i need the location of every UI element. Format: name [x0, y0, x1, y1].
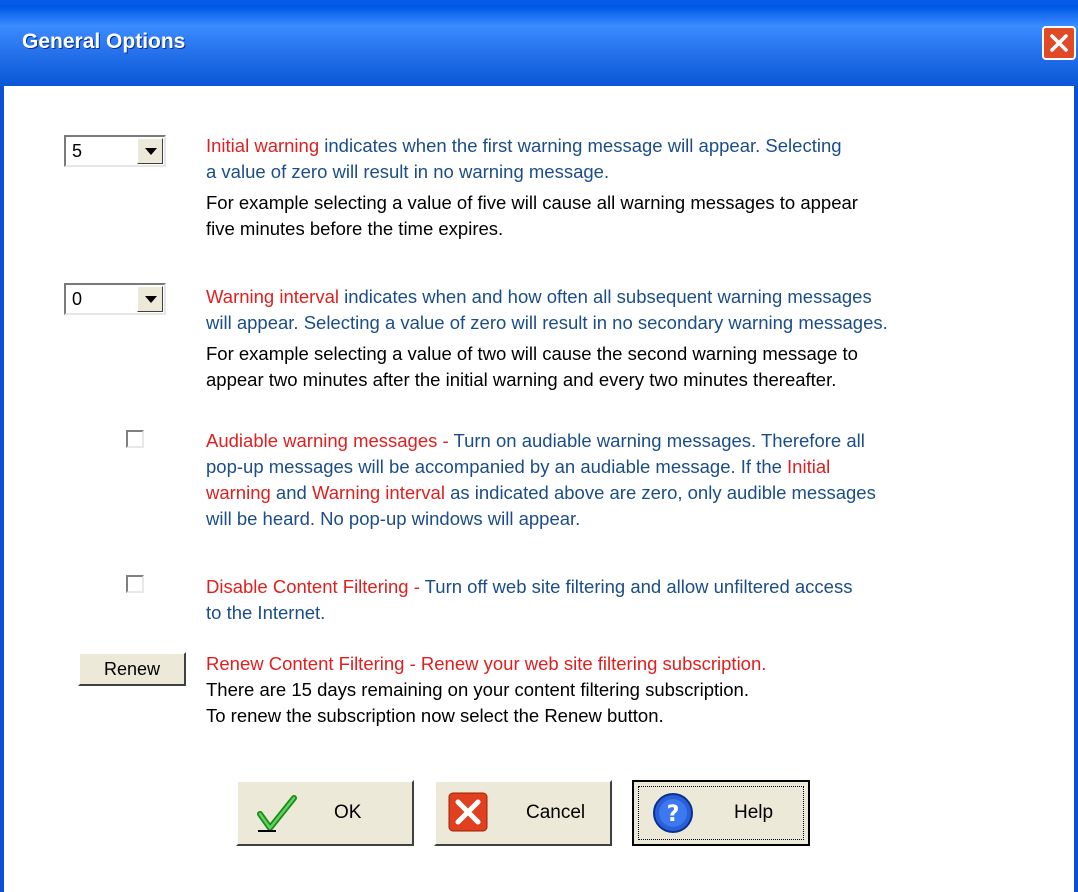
- disable-filtering-checkbox[interactable]: [126, 575, 144, 593]
- renew-button[interactable]: Renew: [78, 652, 186, 686]
- initial-warning-select[interactable]: 5: [64, 135, 166, 167]
- window-frame-left: [0, 86, 4, 892]
- x-icon: [448, 792, 488, 832]
- cancel-button[interactable]: Cancel: [434, 780, 612, 846]
- audible-line2: pop-up messages will be accompanied by a…: [206, 456, 788, 477]
- disable-filtering-line1: Turn off web site filtering and allow un…: [419, 576, 853, 597]
- close-icon: [1050, 34, 1068, 52]
- audible-initial-ref: Initial: [787, 456, 831, 477]
- checkmark-icon: [257, 795, 297, 832]
- cancel-label: Cancel: [526, 802, 586, 823]
- warning-interval-dropdown-button[interactable]: [137, 286, 163, 312]
- ok-button[interactable]: OK: [236, 780, 414, 846]
- warning-interval-value: 0: [72, 289, 83, 309]
- window-title: General Options: [22, 30, 186, 53]
- audible-warning-ref: warning: [206, 482, 271, 503]
- ok-label: OK: [334, 802, 362, 823]
- audible-and: and: [270, 482, 312, 503]
- help-label: Help: [734, 802, 774, 823]
- disable-filtering-description: Disable Content Filtering - Turn off web…: [206, 574, 852, 626]
- warning-interval-description: Warning interval indicates when and how …: [206, 284, 888, 393]
- window-frame-right: [1074, 86, 1078, 892]
- title-bar[interactable]: General Options: [0, 0, 1078, 86]
- disable-filtering-label: Disable Content Filtering -: [206, 576, 420, 597]
- initial-warning-example-line1: For example selecting a value of five wi…: [206, 192, 858, 213]
- warning-interval-example-line2: appear two minutes after the initial war…: [206, 369, 837, 390]
- audible-line1: Turn on audiable warning messages. There…: [448, 430, 865, 451]
- initial-warning-value: 5: [72, 141, 83, 161]
- warning-interval-line1: indicates when and how often all subsequ…: [338, 286, 872, 307]
- audible-warning-checkbox[interactable]: [126, 430, 144, 448]
- warning-interval-label: Warning interval: [206, 286, 339, 307]
- audible-line4: will be heard. No pop-up windows will ap…: [206, 508, 581, 529]
- initial-warning-description: Initial warning indicates when the first…: [206, 133, 858, 242]
- audible-warning-label: Audiable warning messages -: [206, 430, 449, 451]
- close-button[interactable]: [1042, 26, 1076, 60]
- initial-warning-line1: indicates when the first warning message…: [319, 135, 842, 156]
- initial-warning-label: Initial warning: [206, 135, 320, 156]
- renew-description: Renew Content Filtering - Renew your web…: [206, 651, 766, 729]
- initial-warning-dropdown-button[interactable]: [137, 138, 163, 164]
- audible-warning-description: Audiable warning messages - Turn on audi…: [206, 428, 876, 532]
- general-options-dialog: General Options 5 Initial warning indica…: [0, 0, 1078, 892]
- chevron-down-icon: [145, 148, 157, 155]
- warning-interval-select[interactable]: 0: [64, 283, 166, 315]
- help-button[interactable]: ? Help: [632, 780, 810, 846]
- warning-interval-example-line1: For example selecting a value of two wil…: [206, 343, 858, 364]
- question-icon: ?: [653, 793, 693, 833]
- initial-warning-line2: a value of zero will result in no warnin…: [206, 161, 610, 182]
- chevron-down-icon: [145, 296, 157, 303]
- audible-line3: as indicated above are zero, only audibl…: [444, 482, 876, 503]
- audible-interval-ref: Warning interval: [311, 482, 445, 503]
- warning-interval-line2: will appear. Selecting a value of zero w…: [206, 312, 888, 333]
- initial-warning-example-line2: five minutes before the time expires.: [206, 218, 504, 239]
- renew-line2: There are 15 days remaining on your cont…: [206, 679, 749, 700]
- renew-line1: Renew Content Filtering - Renew your web…: [206, 653, 767, 674]
- renew-line3: To renew the subscription now select the…: [206, 705, 664, 726]
- svg-text:?: ?: [667, 802, 680, 827]
- disable-filtering-line2: to the Internet.: [206, 602, 326, 623]
